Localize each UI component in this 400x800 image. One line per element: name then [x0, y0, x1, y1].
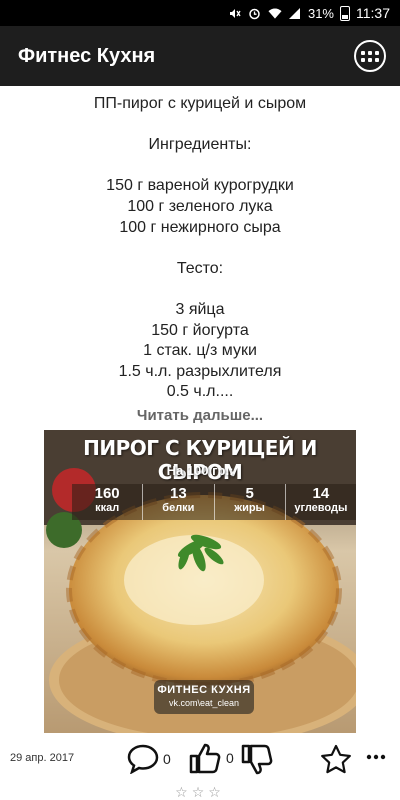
brand-url: vk.com\eat_clean: [168, 698, 240, 708]
clock-time: 11:37: [356, 5, 390, 21]
nutrition-cell: 14 углеводы: [286, 484, 356, 520]
post-line: [0, 238, 400, 259]
post-line: 1.5 ч.л. разрыхлителя: [118, 362, 282, 380]
battery-icon: [340, 5, 350, 21]
signal-icon: [288, 6, 302, 20]
post-line: 100 г зеленого лука: [127, 197, 273, 215]
read-more-link[interactable]: Читать дальше...: [0, 405, 400, 427]
nutrition-label: ккал: [95, 502, 120, 514]
nutrition-value: 14: [312, 485, 330, 502]
app-title: Фитнес Кухня: [18, 44, 156, 67]
post-line: 150 г йогурта: [151, 321, 249, 339]
rating-stars[interactable]: ☆☆☆: [0, 784, 400, 800]
app-bar: Фитнес Кухня: [0, 26, 400, 86]
image-subtitle: На 100 гр.:: [166, 463, 234, 478]
nutrition-label: белки: [162, 502, 195, 514]
more-options-button[interactable]: [366, 754, 386, 760]
post-line: [0, 115, 400, 136]
alarm-icon: [248, 6, 262, 20]
nutrition-label: углеводы: [294, 502, 348, 514]
post-line: 150 г вареной курогрудки: [106, 177, 294, 195]
post-line: Ингредиенты:: [148, 136, 252, 154]
star-icon: [321, 744, 351, 774]
wifi-icon: [268, 6, 282, 20]
thumbs-down-icon: [241, 744, 273, 775]
post-line: ПП-пирог с курицей и сыром: [93, 95, 307, 112]
post-date: 29 апр. 2017: [10, 752, 75, 764]
post-image[interactable]: ПИРОГ С КУРИЦЕЙ И СЫРОМ На 100 гр.: 160 …: [44, 430, 356, 733]
post-line: [0, 279, 400, 300]
nutrition-cell: 13 белки: [143, 484, 215, 520]
dislike-button[interactable]: [240, 744, 278, 776]
mute-icon: [228, 6, 242, 20]
thumbs-up-icon: [189, 743, 221, 774]
status-bar: 31% 11:37: [0, 0, 400, 26]
post-line: 3 яйца: [175, 300, 225, 318]
comment-icon: [127, 744, 159, 774]
nutrition-value: 160: [94, 485, 120, 502]
comment-count: 0: [163, 751, 171, 767]
more-dots-icon: [366, 754, 386, 760]
brand-name: ФИТНЕС КУХНЯ: [157, 684, 251, 696]
battery-percent: 31%: [307, 5, 334, 21]
nutrition-value: 5: [245, 485, 254, 502]
post-line: 100 г нежирного сыра: [119, 218, 281, 236]
post-line: 1 стак. ц/з муки: [143, 342, 257, 360]
like-count: 0: [226, 750, 234, 766]
like-button[interactable]: 0: [188, 742, 234, 774]
nutrition-cell: 160 ккал: [72, 484, 144, 520]
nutrition-label: жиры: [234, 502, 265, 514]
nutrition-value: 13: [170, 485, 187, 502]
post-actions-bar: 29 апр. 2017 0 0: [0, 740, 400, 780]
post-line: Тесто:: [176, 259, 224, 277]
comment-button[interactable]: 0: [127, 744, 171, 774]
brand-watermark: ФИТНЕС КУХНЯ vk.com\eat_clean: [154, 680, 254, 714]
post-text: ПП-пирог с курицей и сыром Ингредиенты: …: [0, 86, 400, 403]
post-line: [0, 156, 400, 177]
nutrition-cell: 5 жиры: [215, 484, 286, 520]
post-line: 0.5 ч.л....: [166, 383, 234, 401]
favorite-button[interactable]: [320, 744, 352, 774]
nutrition-panel: 160 ккал 13 белки 5 жиры 14 углеводы: [72, 484, 356, 520]
grid-menu-icon[interactable]: [354, 40, 386, 72]
